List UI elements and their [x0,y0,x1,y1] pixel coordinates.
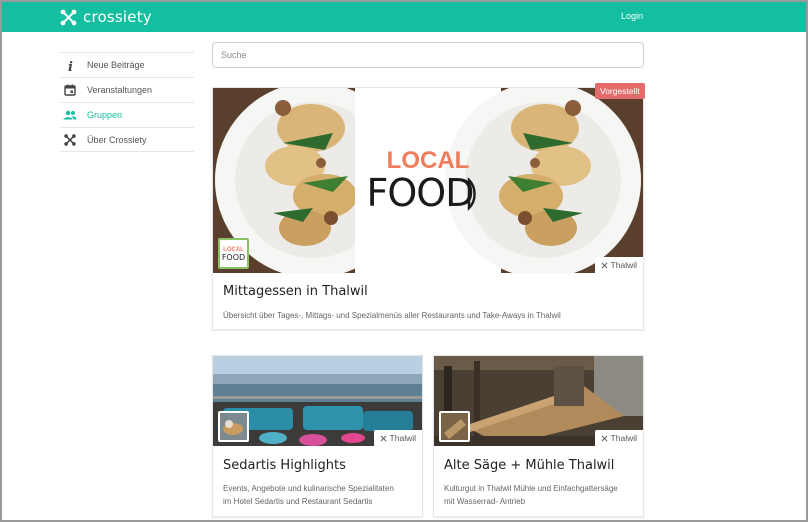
location-icon [601,262,608,268]
sidebar-item-label: Über Crossiety [87,134,147,145]
card-description: Übersicht über Tages-, Mittags- und Spez… [223,311,561,320]
sidebar-item-label: Veranstaltungen [87,85,153,95]
top-bar: crossiety Login [2,2,806,32]
card-title: Sedartis Highlights [223,458,346,473]
group-thumbnail [439,411,470,442]
sidebar-item-label: Neue Beiträge [87,60,145,70]
svg-text:FOOD: FOOD [222,253,245,262]
local-food-logo-top: LOCAL [387,147,470,174]
svg-text:i: i [68,60,73,72]
groups-icon [63,108,77,122]
location-icon [601,435,608,441]
card-description-line: Kulturgut in Thalwil Mühle und Einfachga… [444,484,618,493]
location-tag: Thalwil [594,430,643,446]
location-icon [380,435,387,441]
search-input[interactable] [212,42,644,68]
group-card[interactable]: Thalwil Alte Säge + Mühle Thalwil Kultur… [433,355,644,517]
info-icon: i [63,58,77,72]
card-description-line: mit Wasserrad- Antrieb [444,497,526,506]
group-thumbnail [218,411,249,442]
card-description: Events, Angebote und kulinarische Spezia… [223,482,394,508]
login-link[interactable]: Login [621,11,643,21]
brand-name: crossiety [83,8,152,26]
group-thumbnail: LOCAL FOOD [218,238,249,269]
card-title: Mittagessen in Thalwil [223,284,368,299]
featured-card-image: LOCAL FOOD [213,88,643,273]
crossiety-icon [63,133,77,147]
group-card[interactable]: Thalwil Sedartis Highlights Events, Ange… [212,355,423,517]
calendar-icon [63,83,77,97]
location-label: Thalwil [610,433,637,443]
crossiety-logo-icon [60,9,77,25]
page-frame: crossiety Login i Neue Beiträge Veransta… [0,0,808,522]
local-food-logo-bottom: FOOD [367,171,474,215]
card-description-line: Events, Angebote und kulinarische Spezia… [223,484,394,493]
location-label: Thalwil [389,433,416,443]
sidebar-item-ueber-crossiety[interactable]: Über Crossiety [60,127,194,152]
sidebar-item-veranstaltungen[interactable]: Veranstaltungen [60,77,194,102]
brand-logo[interactable]: crossiety [60,7,152,27]
featured-badge: Vorgestellt [595,83,645,99]
card-description: Kulturgut in Thalwil Mühle und Einfachga… [444,482,618,508]
location-tag: Thalwil [594,257,643,273]
sidebar-nav: i Neue Beiträge Veranstaltungen Gruppen … [60,52,194,152]
featured-group-card[interactable]: LOCAL FOOD LOCAL FOOD Thalwil Mittagesse… [212,87,644,330]
sidebar-item-gruppen[interactable]: Gruppen [60,102,194,127]
sidebar-item-neue-beitraege[interactable]: i Neue Beiträge [60,52,194,77]
card-description-line: im Hotel Sedartis und Restaurant Sedarti… [223,497,373,506]
location-tag: Thalwil [373,430,422,446]
card-title: Alte Säge + Mühle Thalwil [444,458,615,473]
location-label: Thalwil [610,260,637,270]
sidebar-item-label: Gruppen [87,110,123,120]
